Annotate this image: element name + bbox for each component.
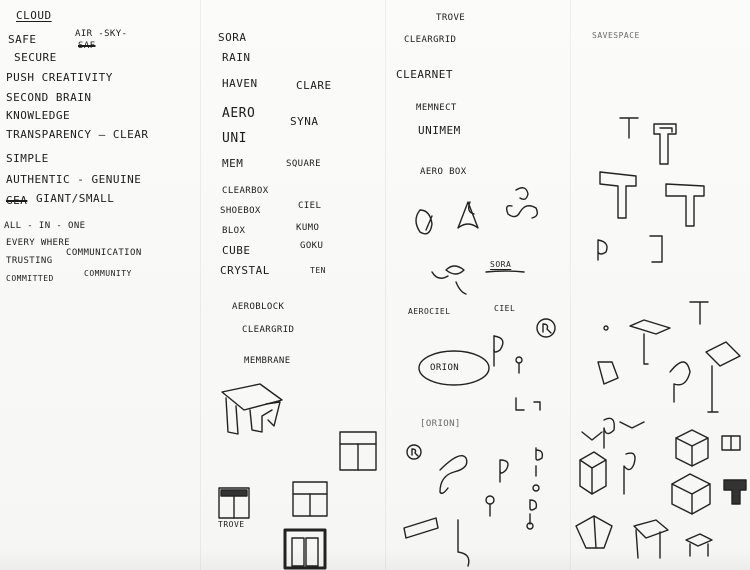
trove-box-sketch xyxy=(218,487,250,519)
abstract-mark-sketches xyxy=(575,301,747,559)
underline-stroke xyxy=(485,270,525,273)
page-edge-shadow xyxy=(0,548,750,570)
sketch-page: CLOUD SAFE AIR -SKY- SAF SECURE PUSH CRE… xyxy=(0,0,750,570)
t-table-sketch xyxy=(221,383,283,435)
window-box-sketch xyxy=(339,431,377,471)
t-logo-sketches xyxy=(597,117,705,263)
r-mark-sketches xyxy=(403,318,556,567)
swirl-icons xyxy=(415,187,539,295)
logo-sketches xyxy=(218,117,747,570)
box-sketch-2 xyxy=(292,481,328,517)
